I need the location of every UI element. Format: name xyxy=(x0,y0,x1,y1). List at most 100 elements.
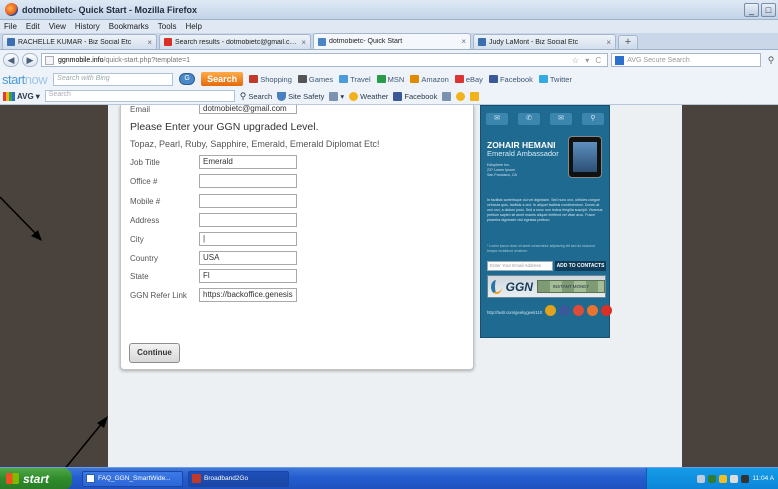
star-reload-icon[interactable]: ☆ ▾ C xyxy=(572,56,607,65)
rss-icon[interactable] xyxy=(545,305,556,316)
menu-tools[interactable]: Tools xyxy=(158,22,177,31)
email-field[interactable]: dotmobietc@gmail.com xyxy=(199,105,297,114)
country-label: Country xyxy=(130,253,159,263)
form-heading: Please Enter your GGN upgraded Level. xyxy=(130,121,319,133)
city-row: City | xyxy=(130,232,297,246)
avg-menu-button[interactable]: AVG ▾ xyxy=(3,91,40,101)
minimize-button[interactable]: _ xyxy=(744,3,759,17)
mobile-field[interactable] xyxy=(199,194,297,208)
add-to-contacts-button[interactable]: ADD TO CONTACTS xyxy=(555,261,606,271)
location-icon[interactable]: ⚲ xyxy=(582,113,604,125)
tab-favicon-icon xyxy=(7,38,15,46)
start-button[interactable]: start xyxy=(0,467,72,489)
tab-search-results[interactable]: Search results - dotmobietc@gmail.com - … xyxy=(159,34,311,49)
google-icon[interactable] xyxy=(573,305,584,316)
taskbar-item-broadband2go[interactable]: Broadband2Go xyxy=(188,470,289,487)
avg-extra-button[interactable] xyxy=(456,91,466,101)
avg-extra-button[interactable] xyxy=(442,91,452,101)
menu-file[interactable]: File xyxy=(4,22,17,31)
contact-email-input[interactable]: Enter Your Email Address xyxy=(487,261,553,271)
browser-search-bar[interactable]: AVG Secure Search xyxy=(611,53,762,67)
message-icon[interactable]: ✉ xyxy=(550,113,572,125)
menu-bookmarks[interactable]: Bookmarks xyxy=(109,22,149,31)
new-tab-button[interactable]: + xyxy=(618,35,638,49)
warning-icon[interactable] xyxy=(719,474,728,483)
window-controls: _ □ xyxy=(744,3,776,17)
avg-options-button[interactable]: ▾ xyxy=(329,91,344,101)
continue-button[interactable]: Continue xyxy=(129,343,180,363)
phone-icon[interactable]: ✆ xyxy=(518,113,540,125)
travel-link[interactable]: Travel xyxy=(339,75,371,84)
search-engine-dropdown[interactable]: G xyxy=(179,73,196,85)
avg-search-button[interactable]: ⚲ Search xyxy=(240,91,272,102)
url-path: /quick-start.php?template=1 xyxy=(103,56,191,64)
startnow-logo: startnow xyxy=(2,71,48,87)
avg-tray-icon[interactable] xyxy=(741,474,750,483)
city-field[interactable]: | xyxy=(199,232,297,246)
weather-button[interactable]: Weather xyxy=(349,91,388,101)
site-safety-button[interactable]: Site Safety xyxy=(277,91,324,101)
url-bar[interactable]: ggnmobile.info /quick-start.php?template… xyxy=(40,53,609,67)
tab-bar: RACHELLE KUMAR - Biz Social Etc × Search… xyxy=(0,33,778,50)
address-row: Address xyxy=(130,213,297,227)
games-link[interactable]: Games xyxy=(297,75,333,84)
social-icons xyxy=(545,305,612,316)
avg-search-input[interactable]: Search xyxy=(44,90,235,102)
volume-icon[interactable] xyxy=(730,474,739,483)
country-field[interactable]: USA xyxy=(199,251,297,265)
tab-label: Search results - dotmobietc@gmail.com - … xyxy=(175,38,299,46)
social-icon[interactable] xyxy=(587,305,598,316)
close-icon[interactable]: × xyxy=(606,38,611,47)
youtube-icon[interactable] xyxy=(601,305,612,316)
instant-money-banner: INSTANT MONEY xyxy=(536,280,605,293)
menu-history[interactable]: History xyxy=(75,22,100,31)
search-icon[interactable]: ⚲ xyxy=(764,55,778,66)
state-field[interactable]: Fl xyxy=(199,269,297,283)
avg-search-engine-icon[interactable] xyxy=(615,55,625,65)
refer-link-label: GGN Refer Link xyxy=(130,290,187,300)
menu-help[interactable]: Help xyxy=(185,22,201,31)
address-field[interactable] xyxy=(199,213,297,227)
twitter-link[interactable]: Twitter xyxy=(538,75,572,84)
close-icon[interactable]: × xyxy=(461,37,466,46)
email-icon[interactable]: ✉ xyxy=(486,113,508,125)
close-icon[interactable]: × xyxy=(301,38,306,47)
network-icon[interactable] xyxy=(697,474,706,483)
tab-quick-start[interactable]: dotmobietc- Quick Start × xyxy=(313,33,471,49)
maximize-button[interactable]: □ xyxy=(761,3,776,17)
startnow-search-input[interactable]: Search with Bing xyxy=(53,72,174,86)
gmail-icon xyxy=(164,38,172,46)
avg-extra-button[interactable] xyxy=(470,91,480,101)
menu-view[interactable]: View xyxy=(49,22,66,31)
weather-icon xyxy=(349,91,359,101)
facebook-icon[interactable] xyxy=(559,305,570,316)
close-icon[interactable]: × xyxy=(147,38,152,47)
site-identity-icon[interactable] xyxy=(44,55,54,65)
ambassador-title: Emerald Ambassador xyxy=(487,149,559,158)
startnow-search-button[interactable]: Search xyxy=(201,72,244,86)
tab-judy-lamont[interactable]: Judy LaMont - Biz Social Etc × xyxy=(473,34,616,49)
startnow-toolbar: startnow Search with Bing G Search Shopp… xyxy=(0,70,778,88)
tab-rachelle-kumar[interactable]: RACHELLE KUMAR - Biz Social Etc × xyxy=(2,34,157,49)
msn-link[interactable]: MSN xyxy=(376,75,404,84)
shopping-icon xyxy=(249,75,259,83)
shopping-link[interactable]: Shopping xyxy=(249,75,292,84)
refer-link-field[interactable]: https://backoffice.genesis xyxy=(199,288,297,302)
job-title-row: Job Title Emerald xyxy=(130,155,297,169)
twitter-icon xyxy=(538,75,548,83)
taskbar-item-faq[interactable]: FAQ_GGN_SmartWide... xyxy=(82,470,183,487)
ambassador-url[interactable]: http://twitr.com/geekygeek110 xyxy=(487,310,542,315)
forward-button[interactable]: ▶ xyxy=(21,53,38,67)
back-button[interactable]: ◀ xyxy=(3,53,19,67)
security-icon[interactable] xyxy=(708,474,717,483)
office-field[interactable] xyxy=(199,174,297,188)
sun-icon xyxy=(456,91,466,101)
facebook-link[interactable]: Facebook xyxy=(488,75,533,84)
ebay-link[interactable]: eBay xyxy=(454,75,483,84)
ggn-logo-text: GGN xyxy=(505,279,533,294)
ggn-banner[interactable]: GGN INSTANT MONEY xyxy=(487,275,606,298)
avg-facebook-button[interactable]: Facebook xyxy=(393,91,437,101)
job-title-field[interactable]: Emerald xyxy=(199,155,297,169)
amazon-link[interactable]: Amazon xyxy=(410,75,449,84)
menu-edit[interactable]: Edit xyxy=(26,22,40,31)
